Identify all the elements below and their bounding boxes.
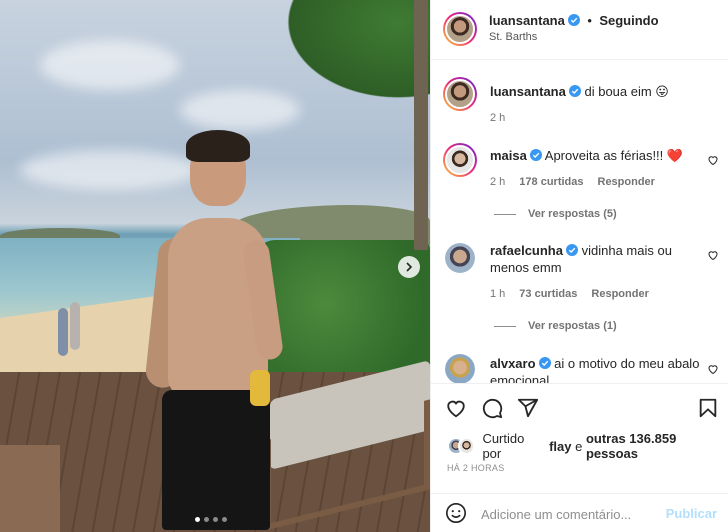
drink-glass xyxy=(250,370,270,406)
beach-walker xyxy=(58,308,68,356)
beach-walker xyxy=(70,302,80,350)
deck-chair xyxy=(0,445,60,532)
avatar[interactable] xyxy=(443,143,477,177)
comment-time[interactable]: 1 h xyxy=(490,288,505,300)
chevron-right-icon xyxy=(406,262,413,272)
carousel-dot xyxy=(213,517,218,522)
comment-like-heart-icon[interactable] xyxy=(707,249,719,261)
avatar[interactable] xyxy=(443,77,477,111)
comment-body: vidinha mais ou xyxy=(581,243,672,258)
bookmark-icon[interactable] xyxy=(697,397,719,419)
caption-username[interactable]: luansantana xyxy=(490,84,566,99)
comment-body-continued: emocional xyxy=(490,373,550,383)
comment-body: ai o motivo do meu abalo xyxy=(554,356,700,371)
location-link[interactable]: St. Barths xyxy=(489,31,537,43)
caption-time[interactable]: 2 h xyxy=(490,112,505,124)
comment: rafaelcunha vidinha mais ou menos emm 1 … xyxy=(431,239,728,339)
comment-likes-count[interactable]: 73 curtidas xyxy=(519,288,577,300)
avatar-image xyxy=(445,79,475,109)
post-timestamp[interactable]: HÁ 2 HORAS xyxy=(447,463,505,473)
comment-username[interactable]: alvxaro xyxy=(490,356,536,371)
carousel-dot xyxy=(222,517,227,522)
palm-leaves xyxy=(270,0,430,110)
comment-text: rafaelcunha vidinha mais ou menos emm xyxy=(490,242,700,276)
likes-prefix: Curtido por xyxy=(482,431,525,461)
avatar[interactable] xyxy=(445,354,475,383)
avatar-image xyxy=(445,145,475,175)
view-replies-button[interactable]: Ver respostas (1) xyxy=(494,320,617,332)
liker-avatar xyxy=(457,437,476,455)
carousel-dot xyxy=(195,517,200,522)
likes-first-user[interactable]: flay xyxy=(549,439,571,454)
carousel-next-button[interactable] xyxy=(398,256,420,278)
likes-others[interactable]: outras 136.859 pessoas xyxy=(586,431,728,461)
carousel-dot xyxy=(204,517,209,522)
replies-line xyxy=(494,213,516,215)
comment-like-heart-icon[interactable] xyxy=(707,363,719,375)
caption-text: luansantana di boua eim 😛 xyxy=(490,83,669,100)
likes-summary[interactable]: Curtido por flay e outras 136.859 pessoa… xyxy=(447,431,728,461)
comment-likes-count[interactable]: 178 curtidas xyxy=(519,176,583,188)
comment-meta: 1 h 73 curtidas Responder xyxy=(490,288,649,300)
comment-body-continued: menos emm xyxy=(490,260,562,275)
verified-badge-icon xyxy=(538,357,551,369)
avatar[interactable] xyxy=(445,243,475,273)
post-photo[interactable] xyxy=(0,0,430,532)
comment-like-heart-icon[interactable] xyxy=(707,154,719,166)
likes-middle: e xyxy=(575,438,583,454)
person xyxy=(144,130,285,532)
person-shorts xyxy=(162,390,270,530)
caption: luansantana di boua eim 😛 2 h xyxy=(431,75,728,135)
username[interactable]: luansantana xyxy=(489,13,565,28)
verified-badge-icon xyxy=(568,85,581,97)
verified-badge-icon xyxy=(567,14,580,26)
reply-button[interactable]: Responder xyxy=(598,176,655,188)
smiley-icon[interactable] xyxy=(445,502,467,524)
palm-trunk xyxy=(414,0,428,250)
avatar-image xyxy=(445,354,475,383)
post-side-panel: luansantana • Seguindo St. Barths luansa… xyxy=(430,0,728,532)
comment-body: Aproveita as férias!!! ❤️ xyxy=(544,148,684,163)
carousel-indicator xyxy=(195,517,227,522)
view-replies-label: Ver respostas (1) xyxy=(528,320,617,332)
post-header: luansantana • Seguindo St. Barths xyxy=(431,0,728,60)
replies-line xyxy=(494,325,516,327)
header-user-line: luansantana • Seguindo xyxy=(489,12,659,30)
following-button[interactable]: Seguindo xyxy=(599,13,658,28)
comment-text: alvxaro ai o motivo do meu abalo emocion… xyxy=(490,355,705,383)
comment-text: maisa Aproveita as férias!!! ❤️ xyxy=(490,147,683,164)
comments-list[interactable]: luansantana di boua eim 😛 2 h maisa Apro… xyxy=(431,61,728,383)
comment: alvxaro ai o motivo do meu abalo emocion… xyxy=(431,351,728,383)
reply-button[interactable]: Responder xyxy=(591,288,648,300)
view-replies-button[interactable]: Ver respostas (5) xyxy=(494,208,617,220)
verified-badge-icon xyxy=(529,149,542,161)
person-hair xyxy=(186,130,250,162)
comment-time[interactable]: 2 h xyxy=(490,176,505,188)
verified-badge-icon xyxy=(565,244,578,256)
cloud xyxy=(40,40,180,90)
comment-input[interactable] xyxy=(481,503,661,525)
post-actions: Curtido por flay e outras 136.859 pessoa… xyxy=(431,383,728,493)
heart-icon[interactable] xyxy=(445,397,467,419)
comment-username[interactable]: maisa xyxy=(490,148,527,163)
comment: maisa Aproveita as férias!!! ❤️ 2 h 178 … xyxy=(431,141,728,231)
caption-body: di boua eim 😛 xyxy=(584,84,669,99)
separator: • xyxy=(587,13,592,28)
view-replies-label: Ver respostas (5) xyxy=(528,208,617,220)
comment-icon[interactable] xyxy=(481,397,503,419)
avatar-image xyxy=(445,14,475,44)
avatar[interactable] xyxy=(443,12,477,46)
comment-username[interactable]: rafaelcunha xyxy=(490,243,563,258)
comment-meta: 2 h 178 curtidas Responder xyxy=(490,176,655,188)
publish-button[interactable]: Publicar xyxy=(666,506,717,521)
caption-meta: 2 h xyxy=(490,112,505,124)
paper-plane-icon[interactable] xyxy=(517,397,539,419)
add-comment-bar: Publicar xyxy=(431,493,728,532)
avatar-image xyxy=(445,243,475,273)
